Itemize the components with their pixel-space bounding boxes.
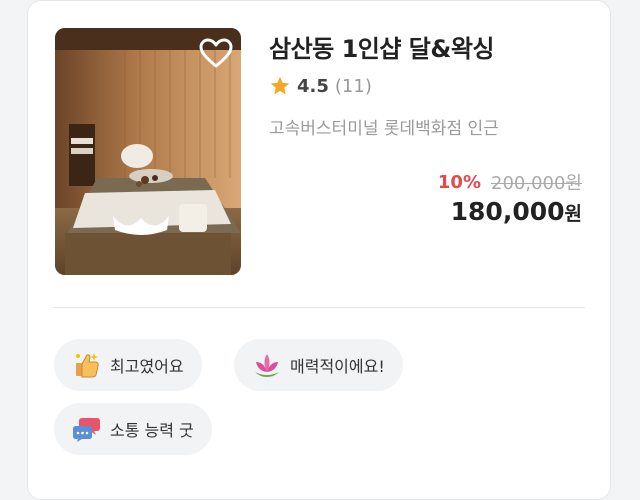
rating: 4.5 (11): [269, 73, 372, 99]
tag-label: 최고였어요: [110, 357, 184, 376]
star-icon: [270, 76, 290, 95]
lotus-icon: [252, 350, 282, 380]
listing-thumbnail[interactable]: [55, 28, 241, 275]
tag-chip[interactable]: 소통 능력 굿: [54, 403, 212, 455]
favorite-button[interactable]: [197, 34, 235, 72]
tag-chip[interactable]: 최고였어요: [54, 339, 202, 391]
rating-score: 4.5: [297, 75, 329, 97]
original-price: 200,000원: [491, 173, 582, 194]
location-text: 고속버스터미널 롯데백화점 인근: [269, 119, 499, 139]
divider: [53, 307, 585, 308]
final-price: 180,000원: [451, 197, 582, 226]
final-price-amount: 180,000: [450, 197, 565, 226]
currency-unit: 원: [564, 203, 582, 225]
listing-title[interactable]: 삼산동 1인샵 달&왁싱: [269, 29, 494, 64]
discount-rate: 10%: [437, 171, 481, 193]
tag-label: 매력적이에요!: [290, 357, 385, 376]
review-count[interactable]: (11): [335, 76, 372, 97]
price-row: 10% 200,000원: [438, 169, 582, 195]
heart-icon: [199, 38, 233, 68]
listing-card[interactable]: 삼산동 1인샵 달&왁싱 4.5 (11) 고속버스터미널 롯데백화점 인근 1…: [27, 0, 611, 500]
speech-bubbles-icon: [72, 414, 102, 444]
thumbs-up-sparkle-icon: [72, 350, 102, 380]
tag-label: 소통 능력 굿: [110, 421, 194, 440]
tag-chip[interactable]: 매력적이에요!: [234, 339, 403, 391]
